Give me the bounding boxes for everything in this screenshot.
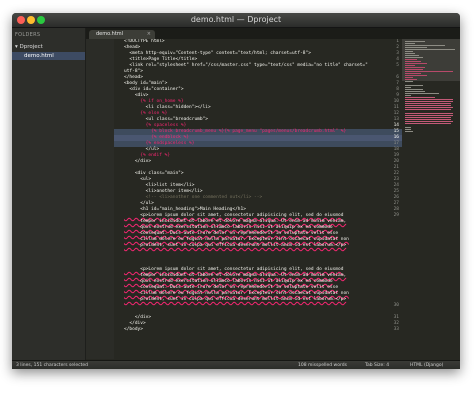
minimap-line <box>405 51 413 52</box>
editor-window: demo.html — Dproject FOLDERS ▾ Dproject … <box>12 13 460 369</box>
minimap-line <box>405 95 411 96</box>
minimap[interactable] <box>402 39 460 359</box>
tab-bar: demo.html × <box>86 28 460 39</box>
minimap-line <box>405 97 435 98</box>
minimap-line <box>405 43 415 44</box>
minimap-line <box>405 79 417 80</box>
minimap-line <box>405 117 451 118</box>
line-number: 5 <box>396 63 399 68</box>
minimap-line <box>405 73 421 74</box>
minimap-line <box>405 105 451 106</box>
folder-label: Dproject <box>19 44 43 50</box>
status-bar: 3 lines, 151 characters selected 108 mis… <box>12 360 460 369</box>
code-line: </body> <box>124 327 143 332</box>
minimap-line <box>405 121 453 122</box>
minimap-line <box>405 87 411 88</box>
minimap-line <box>405 115 453 116</box>
sidebar-file-demo[interactable]: demo.html <box>12 52 85 60</box>
tab-label: demo.html <box>96 31 124 37</box>
minimap-line <box>405 123 451 124</box>
minimap-line <box>405 113 453 114</box>
code-line: proident, sunt in culpa qui officia dese… <box>124 297 347 302</box>
minimap-line <box>405 109 451 110</box>
minimap-line <box>405 55 419 56</box>
minimap-line <box>405 81 413 82</box>
line-number-gutter <box>86 39 114 359</box>
minimap-line <box>405 127 411 128</box>
sidebar-folder-dproject[interactable]: ▾ Dproject <box>15 43 43 51</box>
window-title: demo.html — Dproject <box>190 15 282 24</box>
minimap-line <box>405 91 425 92</box>
minimap-line <box>405 99 453 100</box>
line-number: 30 <box>393 303 399 308</box>
line-number: 33 <box>393 327 399 332</box>
minimap-line <box>405 61 421 62</box>
minimap-line <box>405 67 425 68</box>
minimap-line <box>405 85 423 86</box>
minimap-line <box>405 93 439 94</box>
minimap-line <box>405 59 417 60</box>
minimap-line <box>405 75 427 76</box>
minimap-line <box>405 41 425 42</box>
title-bar[interactable]: demo.html — Dproject <box>12 13 460 28</box>
spellcheck-status[interactable]: 108 misspelled words <box>298 361 347 369</box>
minimap-line <box>405 45 445 46</box>
minimap-line <box>405 77 413 78</box>
minimap-line <box>405 119 451 120</box>
minimap-line <box>405 89 423 90</box>
tab-size-selector[interactable]: Tab Size: 4 <box>365 361 389 369</box>
minimap-line <box>405 131 413 132</box>
minimap-line <box>405 107 453 108</box>
code-editor[interactable]: 1 2 3 4 5 6 7 8 9 10 11 12 13 14 15 16 17 18 19 20 21 22 23 24 2… <box>86 39 402 359</box>
code-line: <link rel="stylesheet" href="/css/master… <box>124 63 368 68</box>
code-line: </div> <box>124 159 152 164</box>
close-tab-icon[interactable]: × <box>147 30 151 39</box>
minimap-line <box>405 49 455 50</box>
minimap-line <box>405 129 411 130</box>
syntax-selector[interactable]: HTML (Django) <box>410 361 443 369</box>
minimap-line <box>405 47 427 48</box>
minimap-line <box>405 53 415 54</box>
selection-status: 3 lines, 151 characters selected <box>16 363 88 368</box>
minimap-line <box>405 103 451 104</box>
minimap-line <box>405 57 423 58</box>
minimap-line <box>405 63 427 64</box>
tab-demo-html[interactable]: demo.html × <box>89 30 155 39</box>
line-number: 29 <box>393 213 399 218</box>
sidebar: FOLDERS ▾ Dproject demo.html <box>12 28 86 360</box>
folders-header: FOLDERS <box>15 32 41 38</box>
minimap-line <box>405 101 453 102</box>
minimap-line <box>405 71 453 72</box>
minimap-line <box>405 65 415 66</box>
code-line: proident, sunt in culpa qui officia dese… <box>124 243 347 248</box>
file-label: demo.html <box>24 53 54 59</box>
minimap-line <box>405 69 423 70</box>
